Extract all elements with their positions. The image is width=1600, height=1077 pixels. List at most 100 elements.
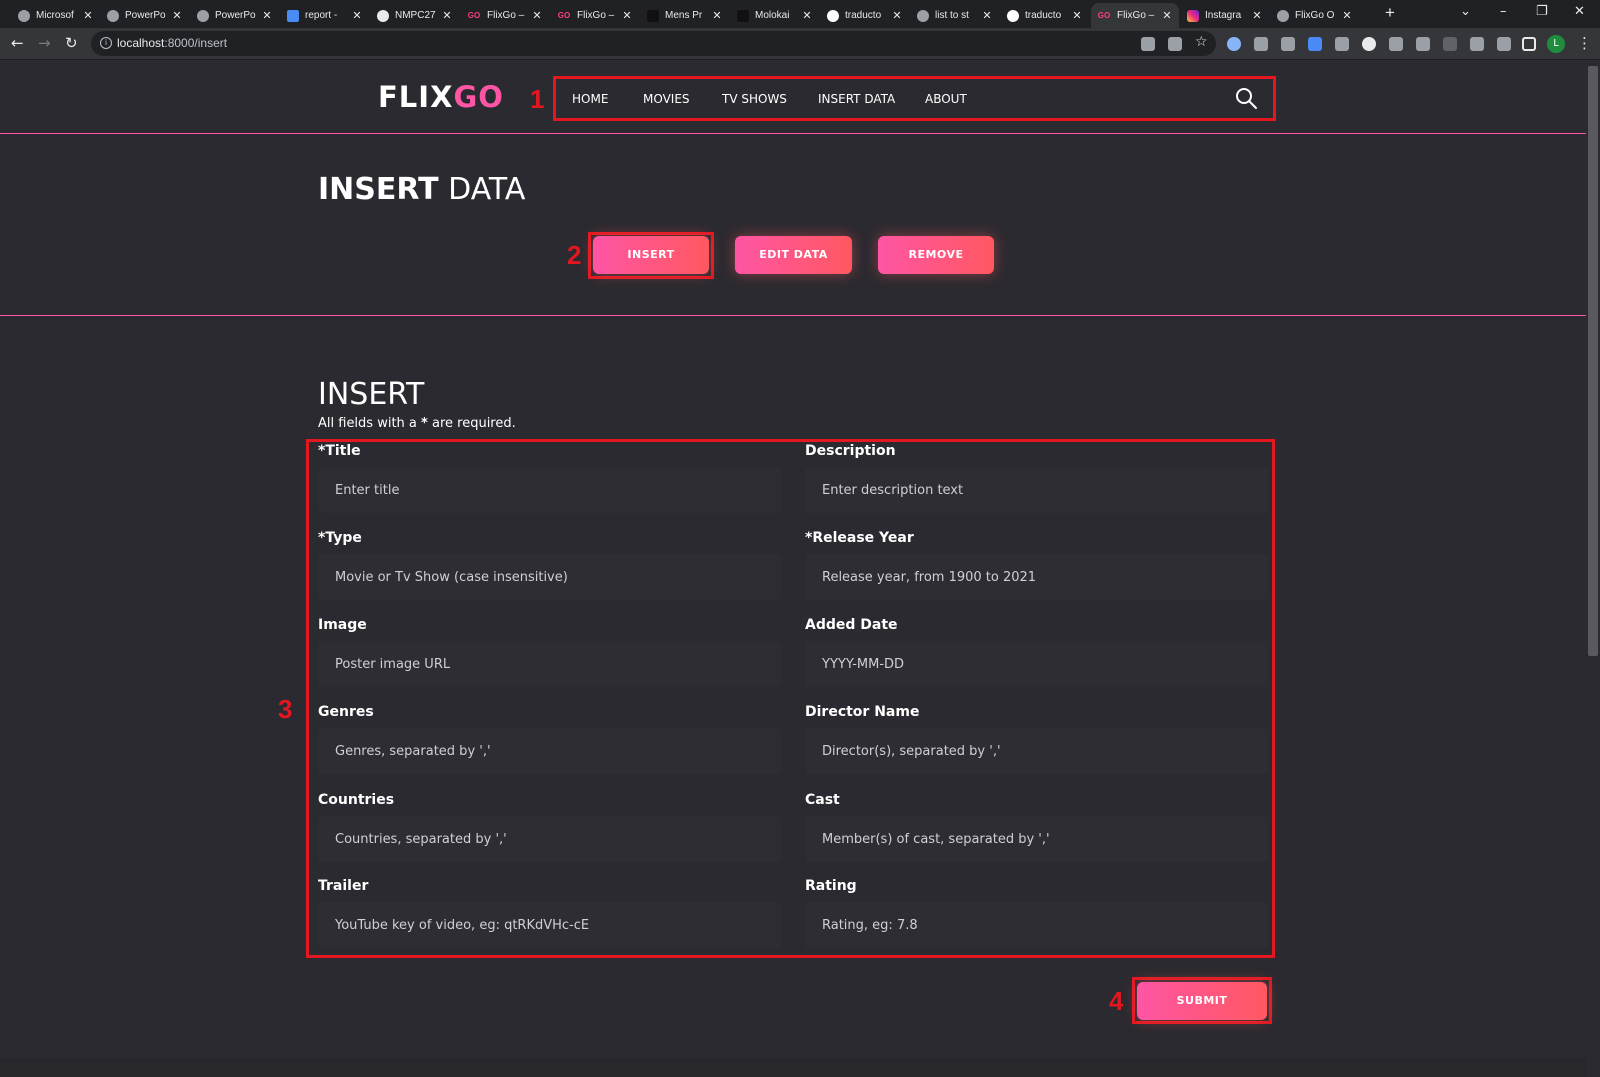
added-date-input[interactable] (805, 641, 1268, 687)
trailer-input[interactable] (318, 902, 781, 948)
close-icon[interactable]: ✕ (1251, 9, 1263, 22)
submit-button[interactable]: SUBMIT (1137, 982, 1267, 1020)
browser-tab[interactable]: list to st ✕ (911, 3, 999, 28)
site-info-icon[interactable]: i (100, 37, 112, 49)
extension-icon[interactable] (1416, 37, 1430, 51)
extension-icon[interactable] (1281, 37, 1295, 51)
nav-tv-shows[interactable]: TV SHOWS (722, 92, 787, 106)
rating-label: Rating (805, 878, 857, 894)
annotation-marker: 2 (567, 240, 582, 270)
description-label: Description (805, 443, 896, 459)
google-icon (827, 9, 839, 22)
flixgo-icon: GO (1097, 10, 1111, 20)
bookmark-star-icon[interactable]: ☆ (1195, 34, 1209, 50)
close-icon[interactable]: ✕ (531, 9, 543, 22)
browser-tab[interactable]: traducto ✕ (1001, 3, 1089, 28)
nav-movies[interactable]: MOVIES (643, 92, 690, 106)
reload-icon[interactable]: ↻ (65, 34, 78, 52)
close-icon[interactable]: ✕ (441, 9, 453, 22)
browser-tab[interactable]: report - ✕ (281, 3, 369, 28)
browser-tab-active[interactable]: GO FlixGo – ✕ (1091, 3, 1179, 28)
type-label: *Type (318, 530, 362, 546)
page-title: INSERT DATA (318, 172, 526, 207)
extension-icon[interactable] (1308, 37, 1322, 51)
close-icon[interactable]: ✕ (1341, 9, 1353, 22)
close-icon[interactable]: ✕ (82, 9, 94, 22)
nav-home[interactable]: HOME (572, 92, 608, 106)
browser-tab[interactable]: PowerPo ✕ (101, 3, 189, 28)
nav-about[interactable]: ABOUT (925, 92, 967, 106)
browser-tab[interactable]: PowerPo ✕ (191, 3, 279, 28)
close-icon[interactable]: ✕ (981, 9, 993, 22)
close-icon[interactable]: ✕ (1161, 9, 1173, 22)
annotation-marker: 3 (278, 694, 293, 724)
extension-icon[interactable] (1470, 37, 1484, 51)
browser-tab[interactable]: GO FlixGo – ✕ (551, 3, 639, 28)
puzzle-icon[interactable] (1497, 37, 1511, 51)
extension-icon[interactable] (1443, 37, 1457, 51)
forward-icon[interactable]: → (38, 34, 51, 52)
url-input[interactable]: i localhost:8000/insert (91, 31, 1216, 56)
insert-button[interactable]: INSERT (593, 236, 709, 274)
globe-icon (1277, 9, 1289, 22)
google-icon (1007, 9, 1019, 22)
more-menu-icon[interactable]: ⋮ (1577, 34, 1592, 52)
extension-icon[interactable] (1389, 37, 1403, 51)
globe-icon (18, 9, 30, 22)
instagram-icon (1187, 9, 1199, 22)
restore-icon[interactable]: ❐ (1536, 4, 1548, 19)
browser-tab[interactable]: FlixGo O ✕ (1271, 3, 1359, 28)
browser-tab[interactable]: Microsof ✕ (12, 3, 100, 28)
browser-tab[interactable]: GO FlixGo – ✕ (461, 3, 549, 28)
browser-tab[interactable]: Instagra ✕ (1181, 3, 1269, 28)
footer (0, 1058, 1586, 1077)
close-icon[interactable]: ✕ (801, 9, 813, 22)
extension-icon[interactable] (1227, 37, 1241, 51)
new-tab-button[interactable]: + (1385, 3, 1395, 23)
close-icon[interactable]: ✕ (171, 9, 183, 22)
image-input[interactable] (318, 641, 781, 687)
flixgo-icon: GO (557, 10, 571, 20)
cast-input[interactable] (805, 816, 1268, 862)
main-nav: HOME MOVIES TV SHOWS INSERT DATA ABOUT (553, 76, 1276, 121)
rating-input[interactable] (805, 902, 1268, 948)
director-name-input[interactable] (805, 728, 1268, 774)
browser-tab[interactable]: NMPC27 ✕ (371, 3, 459, 28)
browser-tab[interactable]: Mens Pr ✕ (641, 3, 729, 28)
countries-input[interactable] (318, 816, 781, 862)
close-icon[interactable]: ✕ (261, 9, 273, 22)
back-icon[interactable]: ← (11, 34, 24, 52)
translate-icon[interactable] (1141, 37, 1155, 51)
description-input[interactable] (805, 467, 1268, 513)
scrollbar-thumb[interactable] (1588, 66, 1598, 656)
profile-avatar[interactable]: L (1547, 35, 1565, 53)
minimize-icon[interactable]: – (1500, 4, 1507, 19)
globe-icon (197, 9, 209, 22)
close-icon[interactable]: ✕ (711, 9, 723, 22)
genres-input[interactable] (318, 728, 781, 774)
close-icon[interactable]: ✕ (891, 9, 903, 22)
section-divider (0, 315, 1586, 316)
release-year-input[interactable] (805, 554, 1268, 600)
title-input[interactable] (318, 467, 781, 513)
extension-icon[interactable] (1254, 37, 1268, 51)
insert-form (306, 439, 1275, 958)
browser-tab[interactable]: Molokai ✕ (731, 3, 819, 28)
close-icon[interactable]: ✕ (621, 9, 633, 22)
window-close-icon[interactable]: ✕ (1574, 4, 1585, 19)
nav-insert-data[interactable]: INSERT DATA (818, 92, 895, 106)
edit-data-button[interactable]: EDIT DATA (735, 236, 852, 274)
flixgo-logo[interactable]: FLIXGO (378, 80, 504, 114)
browser-tab[interactable]: traducto ✕ (821, 3, 909, 28)
side-panel-icon[interactable] (1522, 37, 1536, 51)
remove-button[interactable]: REMOVE (878, 236, 994, 274)
share-icon[interactable] (1168, 37, 1182, 51)
search-icon[interactable] (1234, 86, 1258, 110)
extension-icon[interactable] (1335, 37, 1349, 51)
close-icon[interactable]: ✕ (351, 9, 363, 22)
shoe-icon (737, 9, 749, 22)
type-input[interactable] (318, 554, 781, 600)
tab-search-icon[interactable]: ⌄ (1460, 4, 1471, 19)
extension-icon[interactable] (1362, 37, 1376, 51)
close-icon[interactable]: ✕ (1071, 9, 1083, 22)
